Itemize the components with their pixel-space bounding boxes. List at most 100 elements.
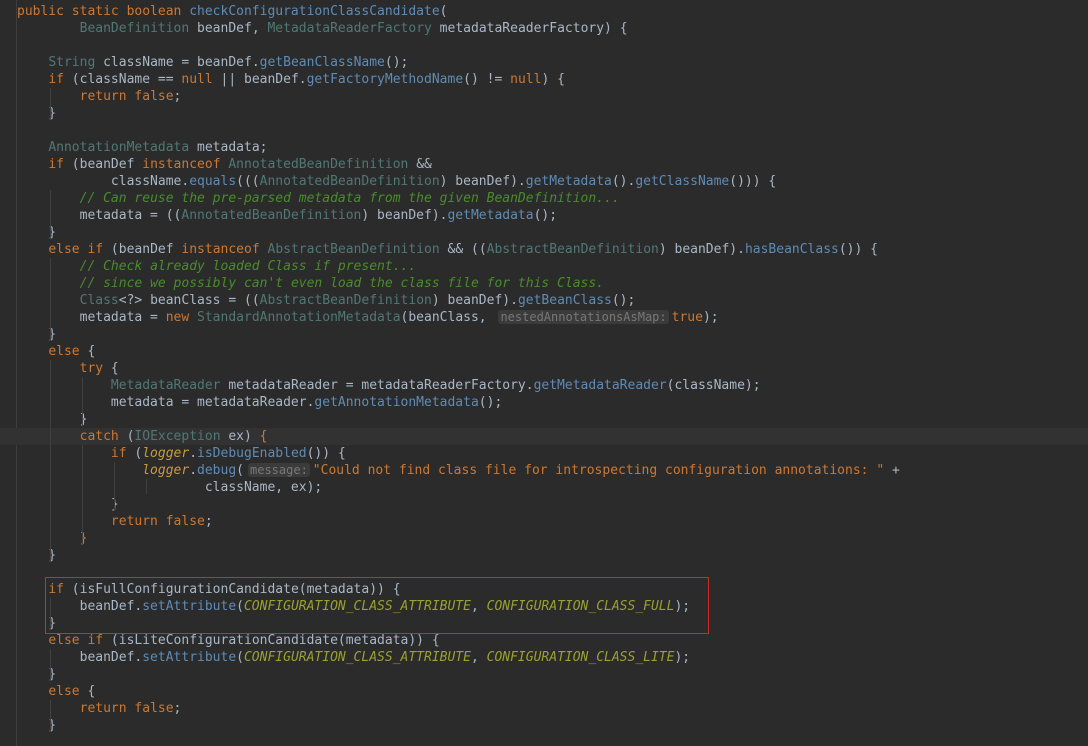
code-line[interactable]: catch (IOException ex) { (0, 428, 1088, 445)
code-line[interactable] (0, 564, 1088, 581)
code-line[interactable]: return false; (0, 513, 1088, 530)
code-line[interactable]: } (0, 411, 1088, 428)
keyword: public static boolean (17, 4, 190, 19)
type-name: MetadataReader (110, 378, 221, 393)
code-text: ( (236, 599, 244, 614)
code-editor[interactable]: public static boolean checkConfiguration… (0, 0, 1088, 746)
code-line[interactable]: // Check already loaded Class if present… (0, 258, 1088, 275)
code-line[interactable]: logger.debug(message: "Could not find cla… (0, 462, 1088, 479)
code-line[interactable]: } (0, 496, 1088, 513)
type-name: AnnotationMetadata (48, 140, 190, 155)
method-name: getBeanClassName (259, 55, 385, 70)
code-line[interactable]: // Can reuse the pre-parsed metadata fro… (0, 190, 1088, 207)
code-line[interactable]: if (logger.isDebugEnabled()) { (0, 445, 1088, 462)
keyword: new (165, 310, 190, 325)
type-name: MetadataReaderFactory (267, 21, 432, 36)
code-line[interactable]: metadata = new StandardAnnotationMetadat… (0, 309, 1088, 326)
comment: // Can reuse the pre-parsed metadata fro… (79, 191, 620, 206)
code-line[interactable]: } (0, 717, 1088, 734)
code-text: || beanDef. (212, 72, 307, 87)
code-line[interactable]: } (0, 224, 1088, 241)
code-line[interactable]: } (0, 666, 1088, 683)
method-name: getClassName (635, 174, 730, 189)
code-line[interactable] (0, 122, 1088, 139)
code-line[interactable]: className.equals(((AnnotatedBeanDefiniti… (0, 173, 1088, 190)
code-line[interactable]: metadata = ((AnnotatedBeanDefinition) be… (0, 207, 1088, 224)
keyword: } (79, 531, 88, 546)
keyword: else (48, 344, 80, 359)
code-line[interactable]: else { (0, 343, 1088, 360)
method-name: debug (197, 463, 237, 478)
code-line[interactable]: // since we possibly can't even load the… (0, 275, 1088, 292)
code-text: ()) { (838, 242, 878, 257)
code-line[interactable]: beanDef.setAttribute(CONFIGURATION_CLASS… (0, 649, 1088, 666)
method-name: getFactoryMethodName (306, 72, 464, 87)
code-text: metadata = (( (17, 208, 182, 223)
code-line[interactable]: if (isFullConfigurationCandidate(metadat… (0, 581, 1088, 598)
code-line[interactable]: beanDef.setAttribute(CONFIGURATION_CLASS… (0, 598, 1088, 615)
code-line[interactable] (0, 37, 1088, 54)
code-line[interactable]: AnnotationMetadata metadata; (0, 139, 1088, 156)
code-line[interactable]: className, ex); (0, 479, 1088, 496)
code-line[interactable]: try { (0, 360, 1088, 377)
code-line[interactable]: } (0, 105, 1088, 122)
constant: CONFIGURATION_CLASS_FULL (486, 599, 675, 614)
code-text: className, ex); (17, 480, 323, 495)
code-text: (); (384, 55, 409, 70)
code-text: className. (17, 174, 190, 189)
method-name: getMetadata (525, 174, 612, 189)
code-text: beanDef. (17, 650, 143, 665)
code-line[interactable]: MetadataReader metadataReader = metadata… (0, 377, 1088, 394)
keyword: try (79, 361, 104, 376)
code-line[interactable]: if (beanDef instanceof AnnotatedBeanDefi… (0, 156, 1088, 173)
type-name: AnnotatedBeanDefinition (259, 174, 440, 189)
code-text: metadata = (17, 310, 166, 325)
code-line[interactable]: String className = beanDef.getBeanClassN… (0, 54, 1088, 71)
keyword: return false (79, 89, 174, 104)
keyword: true (671, 310, 703, 325)
code-text: , (470, 650, 487, 665)
code-text: ) beanDef). (658, 242, 745, 257)
code-line[interactable]: metadata = metadataReader.getAnnotationM… (0, 394, 1088, 411)
constant: CONFIGURATION_CLASS_LITE (486, 650, 675, 665)
code-text: } (17, 327, 57, 342)
code-text: } (17, 412, 88, 427)
code-text: ; (173, 89, 182, 104)
code-line[interactable]: BeanDefinition beanDef, MetadataReaderFa… (0, 20, 1088, 37)
code-text: , (470, 599, 487, 614)
keyword: instanceof (142, 157, 221, 172)
code-line[interactable]: } (0, 326, 1088, 343)
code-line[interactable]: Class<?> beanClass = ((AbstractBeanDefin… (0, 292, 1088, 309)
code-text: } (17, 548, 57, 563)
code-text: className = beanDef. (95, 55, 260, 70)
code-line[interactable]: } (0, 547, 1088, 564)
code-text: (className == (63, 72, 182, 87)
code-text: (className); (666, 378, 761, 393)
code-text: metadataReaderFactory) { (431, 21, 628, 36)
code-line[interactable]: } (0, 530, 1088, 547)
param-hint: nestedAnnotationsAsMap: (498, 310, 669, 324)
code-line[interactable]: else if (beanDef instanceof AbstractBean… (0, 241, 1088, 258)
code-line[interactable]: else if (isLiteConfigurationCandidate(me… (0, 632, 1088, 649)
code-line[interactable]: return false; (0, 700, 1088, 717)
code-line[interactable]: else { (0, 683, 1088, 700)
code-line[interactable]: return false; (0, 88, 1088, 105)
method-name: isDebugEnabled (197, 446, 307, 461)
code-line[interactable]: if (className == null || beanDef.getFact… (0, 71, 1088, 88)
code-text: ) beanDef). (439, 174, 526, 189)
code-line[interactable]: public static boolean checkConfiguration… (0, 3, 1088, 20)
type-name: BeanDefinition (79, 21, 190, 36)
code-line[interactable]: } (0, 615, 1088, 632)
